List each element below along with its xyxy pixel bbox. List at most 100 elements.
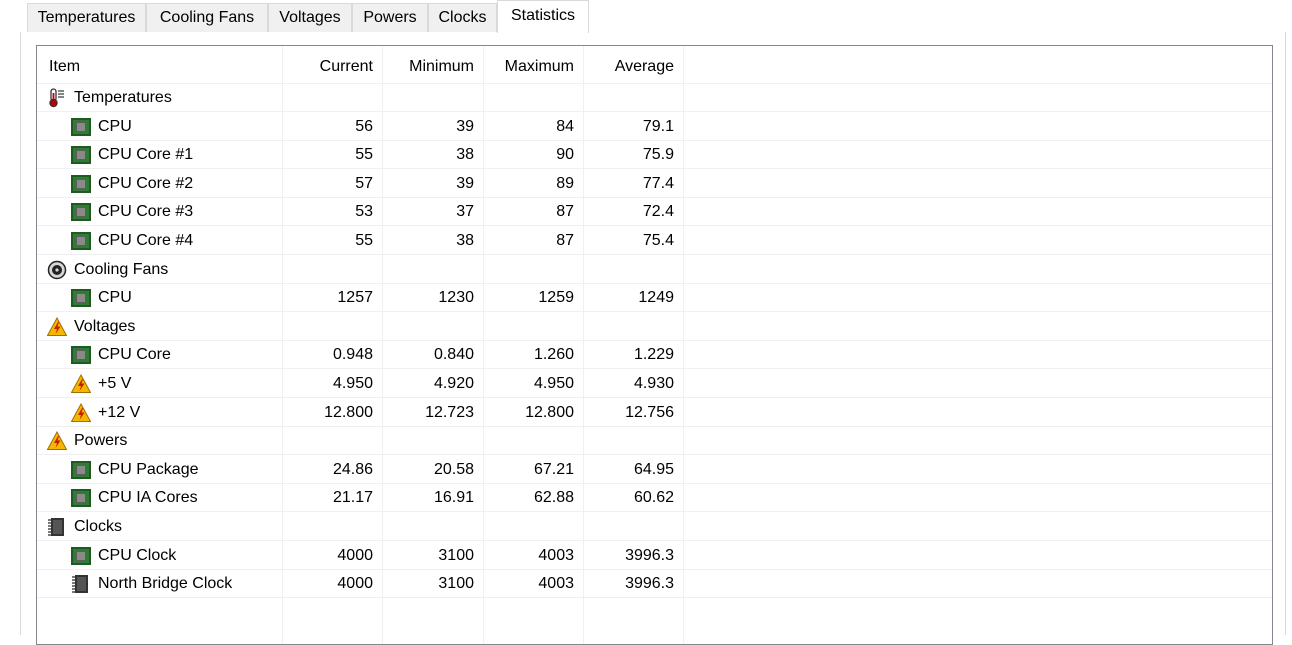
current-value: 55 — [355, 232, 373, 249]
item-label: CPU Clock — [98, 546, 177, 564]
item-label: CPU Core #3 — [98, 203, 194, 221]
column-header-minimum[interactable]: Minimum — [382, 46, 483, 84]
item-cell: Voltages — [37, 313, 282, 341]
maximum-value: 84 — [556, 117, 574, 135]
fan-icon — [47, 260, 67, 280]
column-header-current[interactable]: Current — [282, 46, 382, 84]
current-value: 4000 — [337, 546, 373, 564]
item-label: Powers — [74, 432, 128, 450]
table-row[interactable]: CPU Core #3 53 37 87 72.4 — [37, 198, 1272, 227]
item-cell: North Bridge Clock — [37, 570, 282, 598]
item-cell: CPU IA Cores — [37, 484, 282, 512]
current-value: 56 — [355, 117, 373, 135]
cpu-chip-icon — [71, 546, 91, 565]
minimum-value: 16.91 — [433, 489, 474, 507]
column-header-maximum[interactable]: Maximum — [483, 46, 583, 84]
current-value: 12.800 — [324, 403, 373, 421]
minimum-value: 1230 — [438, 289, 474, 307]
maximum-value: 87 — [556, 203, 574, 221]
item-label: Voltages — [74, 317, 136, 335]
table-group-row[interactable]: Voltages — [37, 313, 1272, 341]
table-row[interactable]: CPU 1257 1230 1259 1249 — [37, 284, 1272, 313]
item-label: North Bridge Clock — [98, 575, 233, 593]
tab-temperatures[interactable]: Temperatures — [27, 3, 146, 32]
maximum-value: 89 — [556, 174, 574, 192]
table-row[interactable]: CPU Core #1 55 38 90 75.9 — [37, 141, 1272, 170]
current-value: 55 — [355, 146, 373, 164]
current-value — [282, 513, 382, 541]
item-label: Cooling Fans — [74, 260, 169, 278]
item-label: CPU IA Cores — [98, 489, 198, 507]
current-value: 4.950 — [332, 375, 373, 392]
cpu-chip-icon — [71, 203, 91, 222]
minimum-value — [382, 84, 483, 112]
table-group-row[interactable]: Temperatures — [37, 84, 1272, 112]
minimum-value — [382, 256, 483, 284]
table-row[interactable]: CPU Package 24.86 20.58 67.21 64.95 — [37, 456, 1272, 484]
table-row[interactable]: +5 V 4.950 4.920 4.950 4.930 — [37, 370, 1272, 398]
table-group-row[interactable]: Clocks — [37, 513, 1272, 541]
item-cell: Powers — [37, 427, 282, 455]
cpu-chip-icon — [71, 232, 91, 250]
minimum-value: 12.723 — [425, 403, 474, 421]
thermometer-icon — [47, 88, 67, 108]
tab-powers[interactable]: Powers — [352, 3, 428, 32]
statistics-list[interactable]: Item Current Minimum Maximum Average Tem… — [36, 45, 1273, 645]
table-row[interactable]: CPU Clock 4000 3100 4003 3996.3 — [37, 542, 1272, 570]
cpu-chip-icon — [71, 460, 91, 479]
maximum-value — [483, 313, 583, 341]
table-group-row[interactable]: Powers — [37, 427, 1272, 456]
minimum-value: 38 — [456, 232, 474, 249]
cpu-chip-icon — [71, 146, 91, 165]
table-row[interactable]: CPU Core #2 57 39 89 77.4 — [37, 170, 1272, 198]
current-value — [282, 256, 382, 284]
average-value: 64.95 — [633, 460, 674, 478]
table-row[interactable]: CPU Core #4 55 38 87 75.4 — [37, 227, 1272, 255]
item-label: Clocks — [74, 518, 123, 535]
maximum-value: 4003 — [538, 546, 574, 564]
maximum-value: 62.88 — [533, 489, 574, 507]
table-row[interactable]: CPU 56 39 84 79.1 — [37, 113, 1272, 141]
table-row[interactable]: North Bridge Clock 4000 3100 4003 3996.3 — [37, 570, 1272, 599]
table-row[interactable]: CPU Core 0.948 0.840 1.260 1.229 — [37, 341, 1272, 370]
average-value: 72.4 — [642, 203, 674, 221]
column-header-row: Item Current Minimum Maximum Average — [37, 46, 1272, 84]
tab-cooling-fans[interactable]: Cooling Fans — [146, 3, 268, 32]
minimum-value — [382, 427, 483, 455]
tab-strip: Temperatures Cooling Fans Voltages Power… — [0, 0, 1292, 35]
column-header-item[interactable]: Item — [37, 46, 282, 84]
item-cell: Temperatures — [37, 84, 282, 112]
item-cell: CPU Core #3 — [37, 198, 282, 226]
memory-chip-icon — [71, 574, 91, 594]
table-group-row[interactable]: Cooling Fans — [37, 256, 1272, 284]
column-header-average[interactable]: Average — [583, 46, 683, 84]
table-row[interactable]: +12 V 12.800 12.723 12.800 12.756 — [37, 399, 1272, 427]
item-cell: CPU — [37, 284, 282, 312]
table-row[interactable]: CPU IA Cores 21.17 16.91 62.88 60.62 — [37, 484, 1272, 513]
item-label: CPU Core #4 — [98, 232, 194, 249]
maximum-value: 12.800 — [525, 403, 574, 421]
minimum-value — [382, 513, 483, 541]
average-value: 1249 — [638, 289, 674, 307]
item-cell: CPU Core #4 — [37, 227, 282, 255]
maximum-value — [483, 256, 583, 284]
current-value: 21.17 — [332, 489, 373, 507]
cpu-chip-icon — [71, 289, 91, 308]
tab-clocks[interactable]: Clocks — [428, 3, 497, 32]
minimum-value: 39 — [456, 117, 474, 135]
average-value — [583, 313, 683, 341]
tab-voltages[interactable]: Voltages — [268, 3, 352, 32]
minimum-value: 4.920 — [433, 375, 474, 392]
average-value — [583, 513, 683, 541]
minimum-value: 20.58 — [433, 460, 474, 478]
cpu-chip-icon — [71, 346, 91, 365]
average-value: 4.930 — [633, 375, 674, 392]
cpu-chip-icon — [71, 174, 91, 193]
minimum-value: 3100 — [438, 546, 474, 564]
minimum-value — [382, 313, 483, 341]
tab-statistics[interactable]: Statistics — [497, 0, 589, 33]
item-cell: Cooling Fans — [37, 256, 282, 284]
average-value — [583, 256, 683, 284]
item-label: +12 V — [98, 403, 141, 421]
average-value — [583, 84, 683, 112]
